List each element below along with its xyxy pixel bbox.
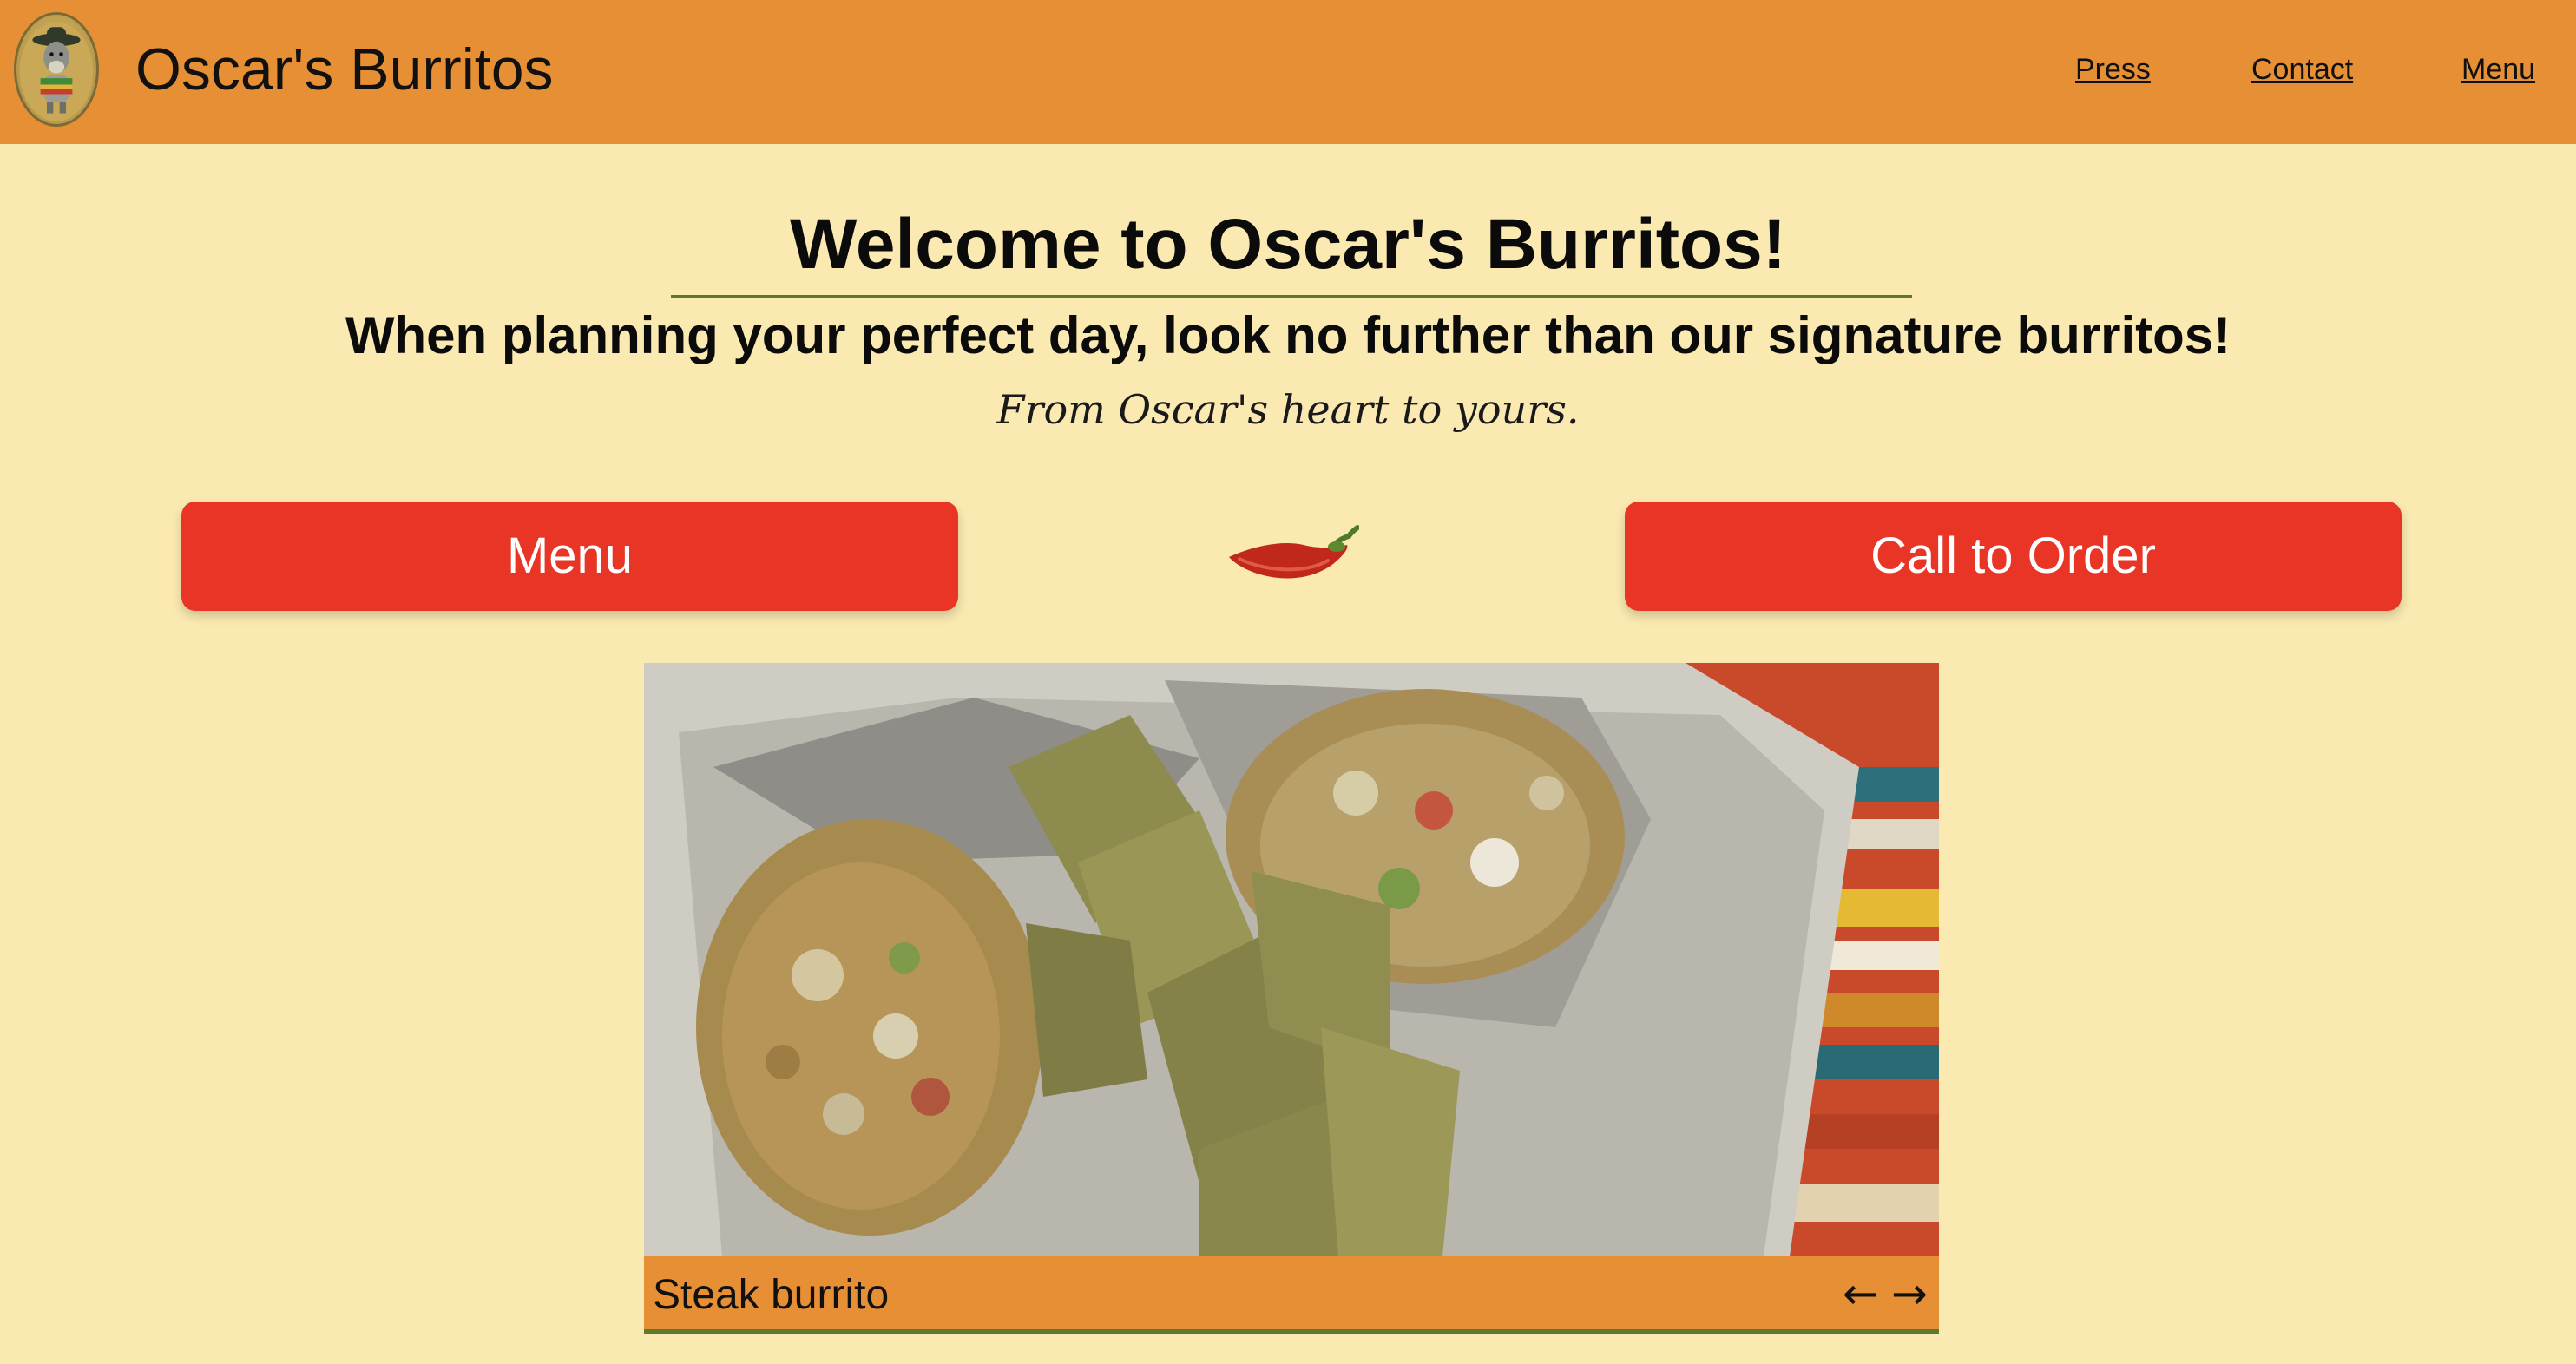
nav-link-press[interactable]: Press (2075, 49, 2151, 90)
tagline: When planning your perfect day, look no … (345, 306, 2231, 364)
motto: From Oscar's heart to yours. (996, 386, 1580, 433)
arrow-left-icon[interactable]: ← (1838, 1267, 1883, 1321)
carousel-caption: Steak burrito (653, 1272, 890, 1318)
call-to-order-button[interactable]: Call to Order (1625, 502, 2402, 611)
arrow-right-icon[interactable]: → (1887, 1267, 1932, 1321)
nav-link-menu[interactable]: Menu (2461, 49, 2535, 90)
heading-divider (671, 295, 1912, 298)
menu-button[interactable]: Menu (181, 502, 958, 611)
welcome-heading: Welcome to Oscar's Burritos! (789, 205, 1787, 284)
site-title[interactable]: Oscar's Burritos (135, 31, 554, 108)
nav-link-contact[interactable]: Contact (2251, 49, 2353, 90)
photo-carousel: Steak burrito ← → (644, 663, 1939, 1340)
donkey-mascot-logo-icon[interactable] (14, 12, 99, 127)
carousel-photo (644, 663, 1939, 1256)
carousel-caption-bar: Steak burrito ← → (644, 1256, 1939, 1334)
chili-pepper-icon (1220, 522, 1360, 592)
site-header: Oscar's Burritos Press Contact Menu (0, 0, 2576, 144)
